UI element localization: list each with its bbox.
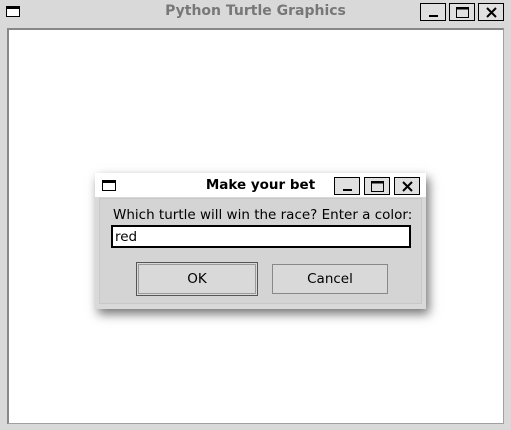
close-button[interactable] [478, 3, 504, 21]
maximize-button[interactable] [449, 3, 475, 21]
main-titlebar[interactable]: Python Turtle Graphics [0, 0, 511, 24]
dialog-close-button[interactable] [394, 177, 420, 195]
minimize-icon [429, 15, 438, 17]
cancel-button[interactable]: Cancel [272, 264, 388, 294]
dialog-minimize-button[interactable] [334, 177, 360, 195]
close-icon [486, 7, 497, 18]
dialog-maximize-button[interactable] [364, 177, 390, 195]
dialog-titlebar[interactable]: Make your bet [95, 173, 426, 197]
color-input[interactable] [111, 225, 411, 248]
ok-button[interactable]: OK [136, 262, 258, 296]
maximize-icon [371, 181, 384, 192]
close-icon [402, 181, 413, 192]
maximize-icon [456, 7, 469, 18]
minimize-icon [343, 189, 352, 191]
minimize-button[interactable] [420, 3, 446, 21]
prompt-label: Which turtle will win the race? Enter a … [113, 207, 413, 223]
